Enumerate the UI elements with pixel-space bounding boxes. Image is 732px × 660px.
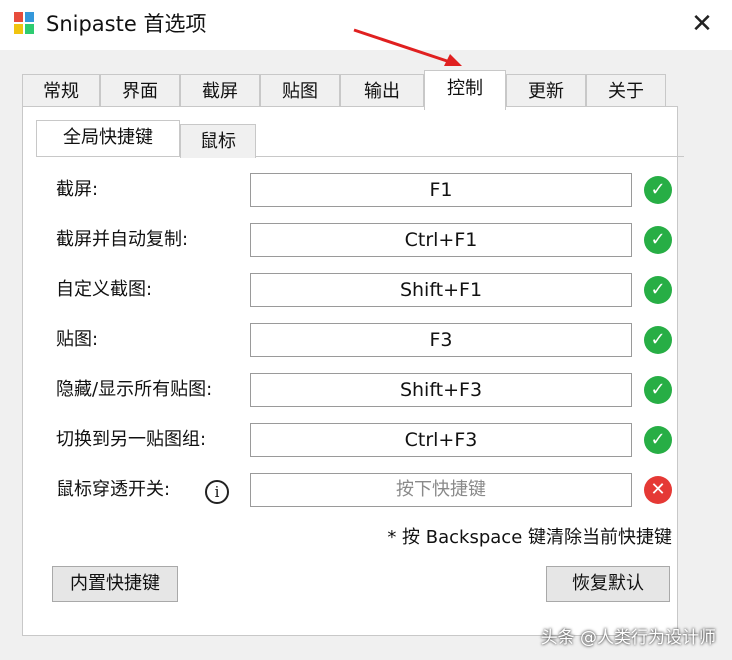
hotkey-label: 截屏并自动复制: <box>56 229 189 250</box>
annotation-arrow-icon <box>353 28 462 66</box>
subtab-0[interactable]: 全局快捷键 <box>36 120 180 156</box>
backspace-note: * 按 Backspace 键清除当前快捷键 <box>387 527 672 548</box>
close-button[interactable]: ✕ <box>682 6 722 42</box>
hotkey-label: 截屏: <box>56 179 99 200</box>
hotkey-label: 切换到另一贴图组: <box>56 429 207 450</box>
hotkey-input[interactable]: F3 <box>250 323 632 357</box>
window-title: Snipaste 首选项 <box>46 12 207 36</box>
check-icon: ✓ <box>644 426 672 454</box>
tab-5[interactable]: 控制 <box>424 70 506 110</box>
hotkey-input[interactable]: Shift+F1 <box>250 273 632 307</box>
hotkey-input[interactable]: Shift+F3 <box>250 373 632 407</box>
info-icon[interactable]: i <box>205 480 229 504</box>
subtab-1[interactable]: 鼠标 <box>180 124 256 158</box>
hotkey-input[interactable]: Ctrl+F1 <box>250 223 632 257</box>
restore-defaults-button[interactable]: 恢复默认 <box>546 566 670 602</box>
hotkey-input[interactable]: 按下快捷键 <box>250 473 632 507</box>
builtin-hotkeys-button[interactable]: 内置快捷键 <box>52 566 178 602</box>
check-icon: ✓ <box>644 376 672 404</box>
hotkey-label: 隐藏/显示所有贴图: <box>56 379 213 400</box>
check-icon: ✓ <box>644 176 672 204</box>
check-icon: ✓ <box>644 226 672 254</box>
tab-4[interactable]: 输出 <box>340 74 424 108</box>
tab-1[interactable]: 界面 <box>100 74 180 108</box>
tab-6[interactable]: 更新 <box>506 74 586 108</box>
hotkey-label: 鼠标穿透开关: <box>56 479 171 500</box>
hotkey-label: 贴图: <box>56 329 99 350</box>
watermark: 头条 @人类行为设计师 <box>540 628 716 648</box>
hotkey-label: 自定义截图: <box>56 279 153 300</box>
check-icon: ✓ <box>644 326 672 354</box>
tab-0[interactable]: 常规 <box>22 74 100 108</box>
hotkey-input[interactable]: F1 <box>250 173 632 207</box>
error-icon: ✕ <box>644 476 672 504</box>
check-icon: ✓ <box>644 276 672 304</box>
snipaste-logo-icon <box>14 12 36 36</box>
tab-2[interactable]: 截屏 <box>180 74 260 108</box>
tab-7[interactable]: 关于 <box>586 74 666 108</box>
tab-3[interactable]: 贴图 <box>260 74 340 108</box>
hotkey-input[interactable]: Ctrl+F3 <box>250 423 632 457</box>
